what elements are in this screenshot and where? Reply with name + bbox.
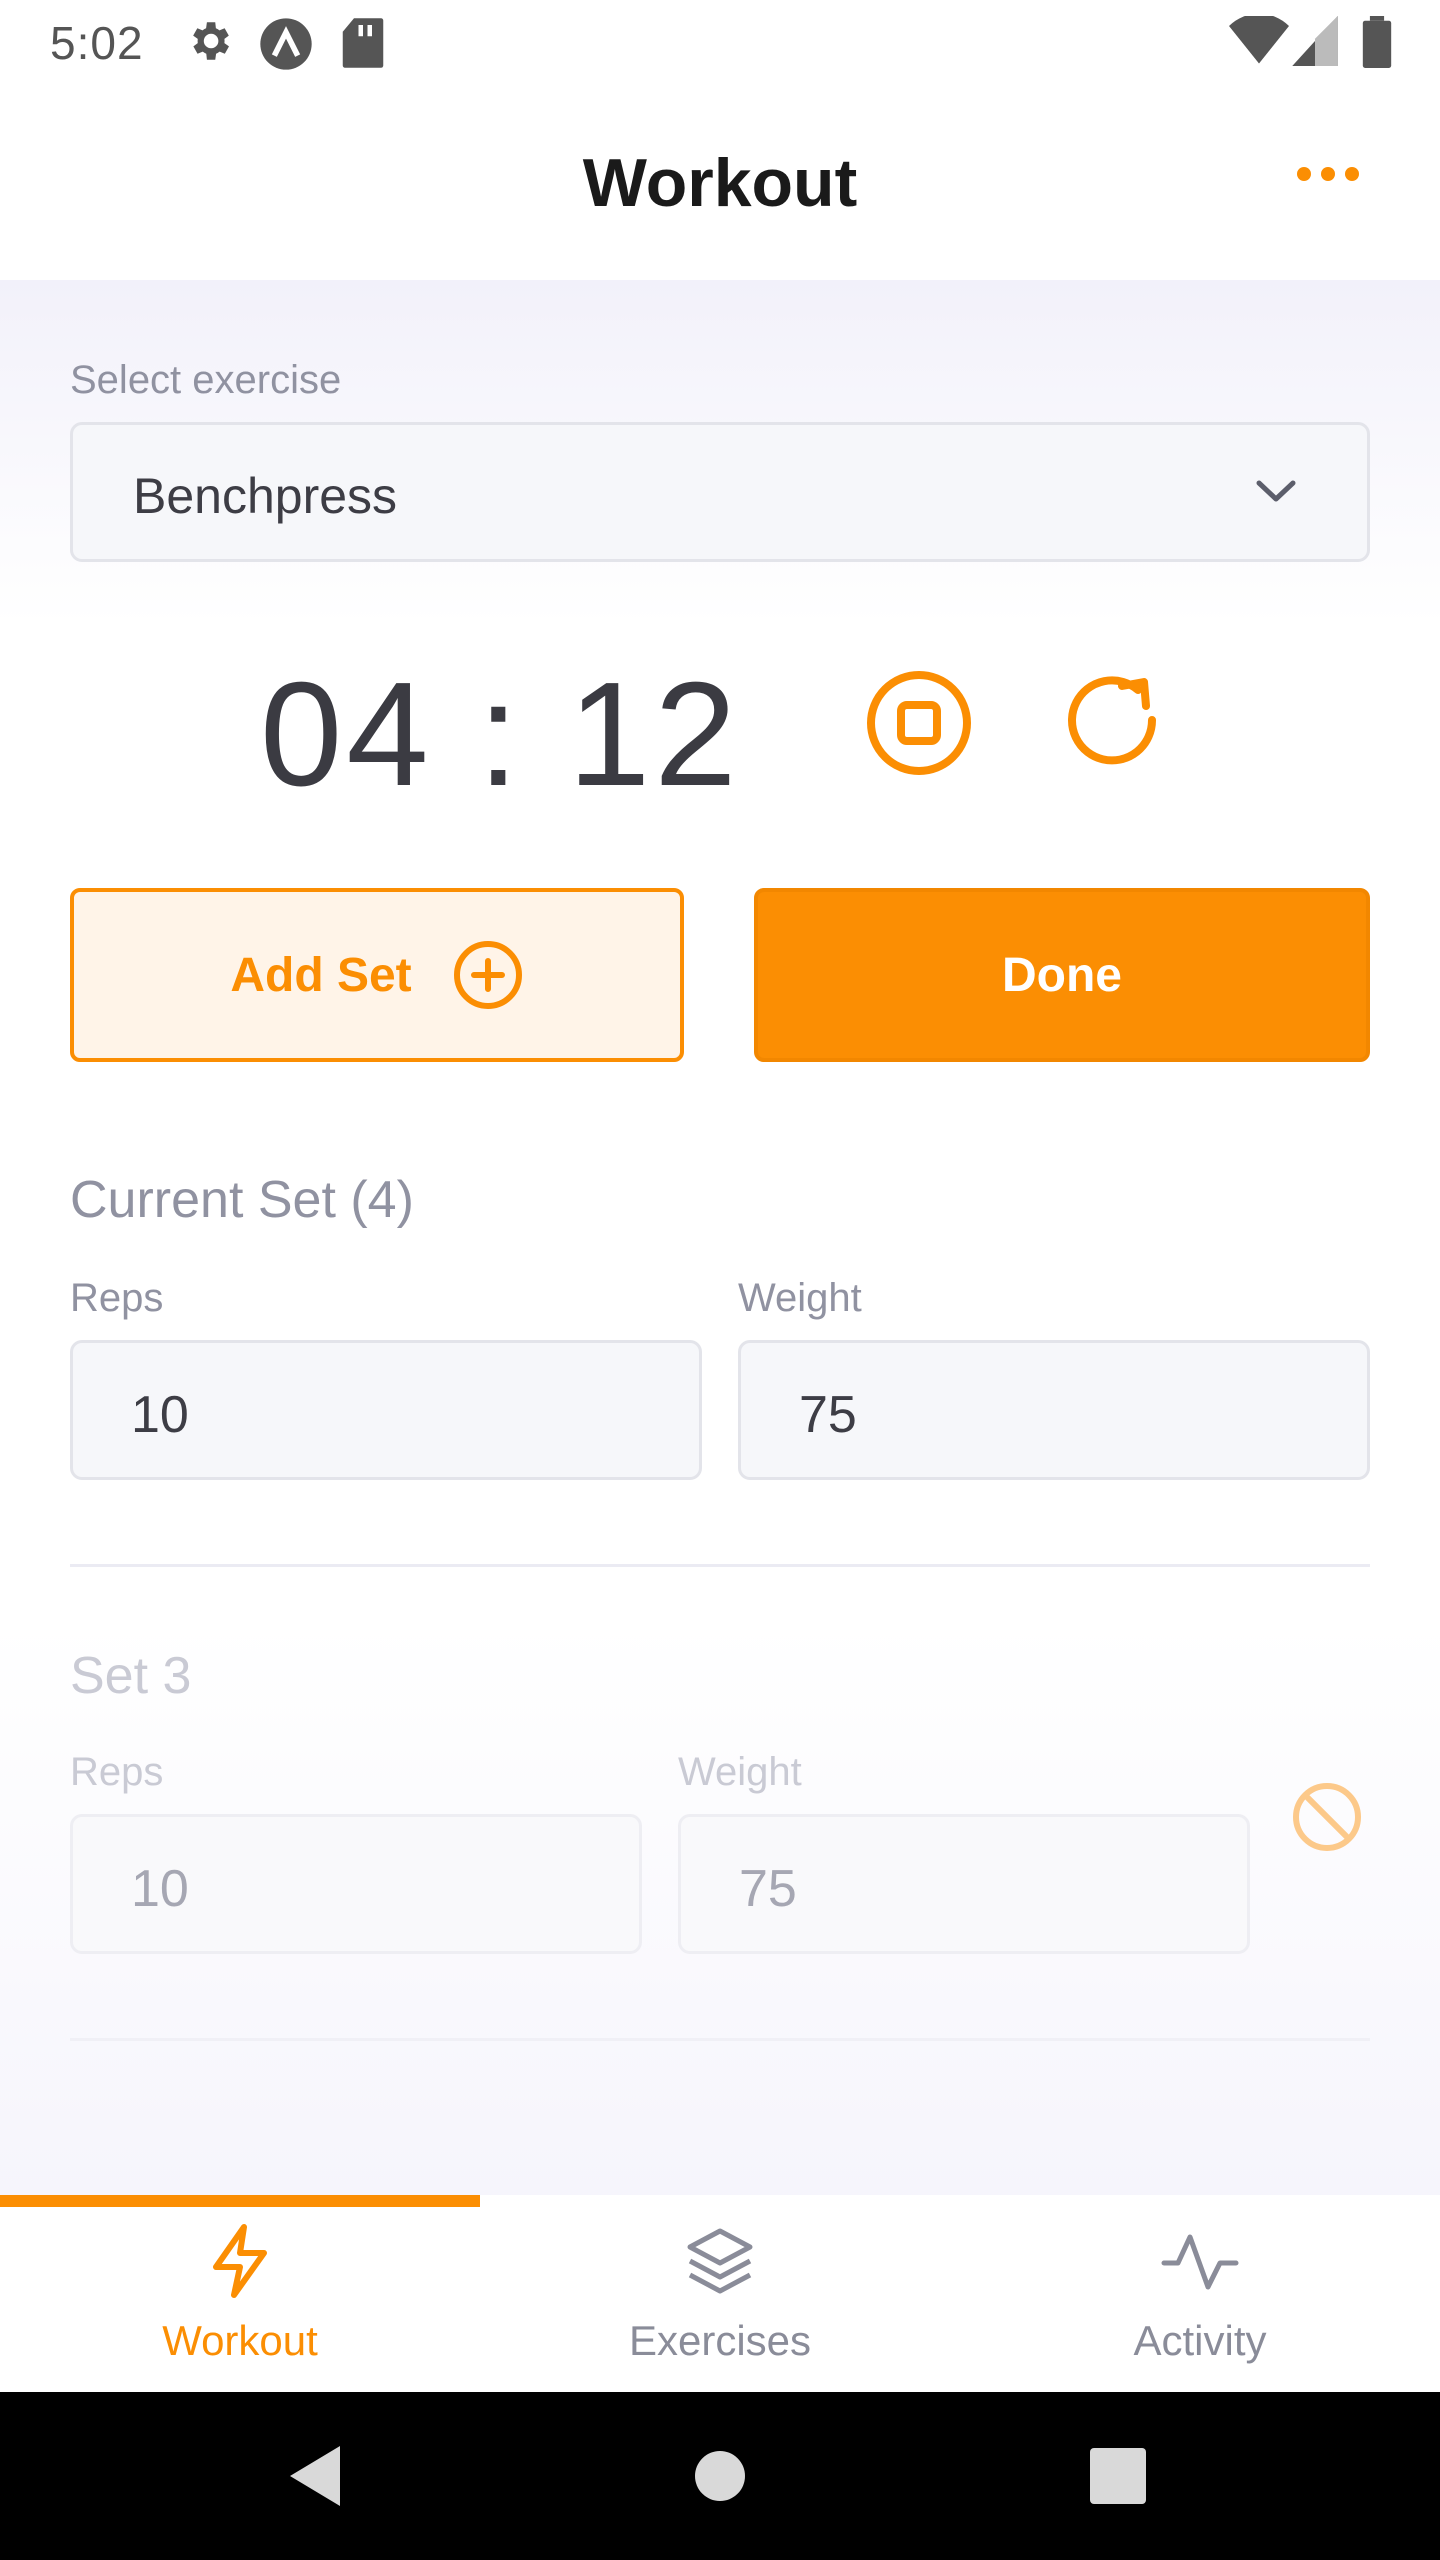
delete-set-icon[interactable] xyxy=(1290,1780,1364,1854)
reps-input-value: 10 xyxy=(131,1386,189,1444)
add-set-label: Add Set xyxy=(230,948,412,1002)
back-icon[interactable] xyxy=(276,2436,356,2516)
set-3-weight-label: Weight xyxy=(678,1750,802,1794)
set-3-weight-input[interactable]: 75 xyxy=(678,1814,1250,1954)
set-3-title: Set 3 xyxy=(70,1647,192,1705)
tab-activity-label: Activity xyxy=(1133,2317,1267,2364)
divider xyxy=(70,2038,1370,2041)
wifi-icon xyxy=(1229,16,1289,64)
activity-icon xyxy=(1161,2234,1239,2290)
weight-input[interactable]: 75 xyxy=(738,1340,1370,1480)
home-icon[interactable] xyxy=(680,2436,760,2516)
app-logo-icon xyxy=(260,18,312,70)
settings-gear-icon xyxy=(193,22,229,60)
weight-input-value: 75 xyxy=(799,1386,857,1444)
current-set-title: Current Set (4) xyxy=(70,1171,414,1229)
system-nav-bar xyxy=(0,2392,1440,2560)
plus-circle-icon xyxy=(453,941,522,1009)
sd-card-icon xyxy=(342,18,384,68)
done-label: Done xyxy=(1002,948,1122,1002)
reset-timer-icon[interactable] xyxy=(1060,668,1170,778)
tab-workout-label: Workout xyxy=(162,2317,318,2364)
exercise-select[interactable]: Benchpress xyxy=(70,422,1370,562)
set-3-reps-label: Reps xyxy=(70,1750,164,1794)
reps-label: Reps xyxy=(70,1276,164,1320)
battery-icon xyxy=(1362,16,1392,68)
weight-label: Weight xyxy=(738,1276,862,1320)
tab-exercises-label: Exercises xyxy=(628,2317,812,2364)
divider xyxy=(70,1564,1370,1567)
add-set-button[interactable]: Add Set xyxy=(70,888,684,1062)
set-3-weight-value: 75 xyxy=(739,1860,797,1918)
tab-activity[interactable]: Activity xyxy=(960,2195,1440,2392)
cell-signal-icon xyxy=(1292,16,1338,66)
timer-display: 04 : 12 xyxy=(260,652,741,817)
status-time: 5:02 xyxy=(50,17,144,69)
layers-icon xyxy=(687,2228,753,2294)
tab-workout[interactable]: Workout xyxy=(0,2195,480,2392)
done-button[interactable]: Done xyxy=(754,888,1370,1062)
workout-content: Select exercise Benchpress 04 : 12 Add S… xyxy=(0,280,1440,2195)
more-options-icon[interactable] xyxy=(1288,154,1368,194)
exercise-select-value: Benchpress xyxy=(133,468,398,524)
reps-input[interactable]: 10 xyxy=(70,1340,702,1480)
lightning-icon xyxy=(213,2224,267,2298)
page-title: Workout xyxy=(582,145,858,221)
set-3-reps-value: 10 xyxy=(131,1860,189,1918)
app-header: Workout xyxy=(0,84,1440,280)
chevron-down-icon xyxy=(1256,480,1296,502)
select-exercise-label: Select exercise xyxy=(70,358,342,402)
status-bar: 5:02 xyxy=(0,0,1440,84)
tab-exercises[interactable]: Exercises xyxy=(480,2195,960,2392)
stop-timer-icon[interactable] xyxy=(864,668,974,778)
bottom-tab-bar: Workout Exercises Activity xyxy=(0,2195,1440,2392)
set-3-reps-input[interactable]: 10 xyxy=(70,1814,642,1954)
recents-icon[interactable] xyxy=(1078,2436,1158,2516)
